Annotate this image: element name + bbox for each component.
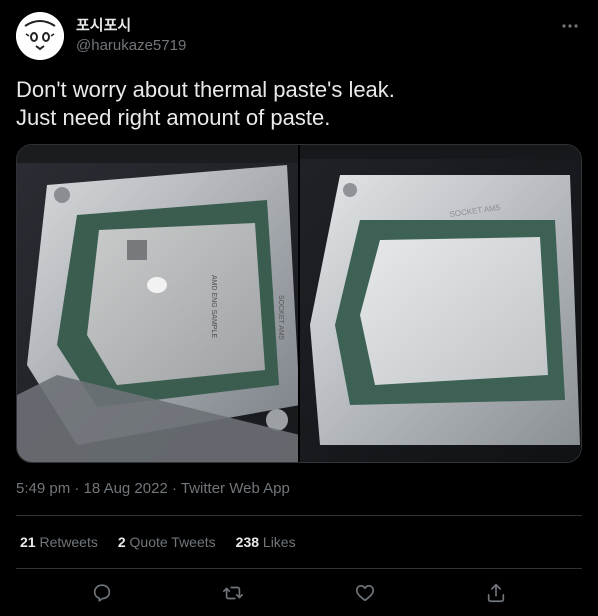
cpu-socket-paste-photo-icon: SOCKET AM5 — [300, 145, 581, 462]
likes-label: Likes — [262, 534, 296, 550]
media-photo-right[interactable]: SOCKET AM5 — [300, 145, 581, 462]
divider-top — [16, 515, 582, 516]
tweet-meta: 5:49 pm · 18 Aug 2022 · Twitter Web App — [16, 479, 290, 499]
stamp-left: AMD ENG SAMPLE — [210, 275, 217, 338]
quotes-label: Quote Tweets — [129, 534, 216, 550]
reply-icon — [93, 584, 110, 602]
media-photo-left[interactable]: AMD ENG SAMPLE SOCKET AM5 — [17, 145, 298, 462]
tweet-text: Don't worry about thermal paste's leak. … — [16, 76, 576, 132]
likes-stat[interactable]: 238 Likes — [236, 533, 296, 551]
display-name[interactable]: 포시포시 — [76, 16, 186, 36]
tweet-header: 포시포시 @harukaze5719 — [16, 12, 586, 60]
quotes-count: 2 — [117, 534, 126, 550]
author-names: 포시포시 @harukaze5719 — [76, 16, 186, 56]
heart-icon — [355, 585, 374, 602]
retweet-button[interactable] — [221, 581, 245, 605]
retweets-stat[interactable]: 21 Retweets — [20, 533, 98, 551]
avatar[interactable] — [16, 12, 64, 60]
share-button[interactable] — [484, 581, 508, 605]
retweets-label: Retweets — [39, 534, 98, 550]
tweet-date[interactable]: 18 Aug 2022 — [84, 480, 168, 497]
likes-count: 238 — [235, 534, 260, 550]
tweet-actions — [0, 578, 598, 608]
share-icon — [488, 583, 505, 603]
more-dots-icon — [562, 24, 578, 28]
tweet-media[interactable]: AMD ENG SAMPLE SOCKET AM5 SOCKET AM5 — [16, 144, 582, 463]
meta-separator: · — [70, 480, 84, 497]
divider-bottom — [16, 568, 582, 569]
retweet-icon — [223, 586, 244, 600]
socket-stamp-left: SOCKET AM5 — [277, 295, 284, 340]
more-options-button[interactable] — [560, 16, 580, 36]
quote-tweets-stat[interactable]: 2 Quote Tweets — [118, 533, 216, 551]
tweet-text-line-2: Just need right amount of paste. — [16, 105, 331, 130]
tweet-text-line-1: Don't worry about thermal paste's leak. — [16, 77, 395, 102]
reply-button[interactable] — [90, 581, 114, 605]
cpu-socket-photo-icon: AMD ENG SAMPLE SOCKET AM5 — [17, 145, 298, 462]
retweets-count: 21 — [20, 534, 36, 550]
user-handle[interactable]: @harukaze5719 — [76, 36, 186, 56]
tweet-source[interactable]: Twitter Web App — [181, 480, 290, 497]
meta-separator: · — [167, 480, 181, 497]
avatar-face-icon — [16, 12, 64, 60]
tweet-stats: 21 Retweets 2 Quote Tweets 238 Likes — [20, 533, 316, 551]
like-button[interactable] — [353, 581, 377, 605]
tweet-time[interactable]: 5:49 pm — [16, 480, 70, 497]
